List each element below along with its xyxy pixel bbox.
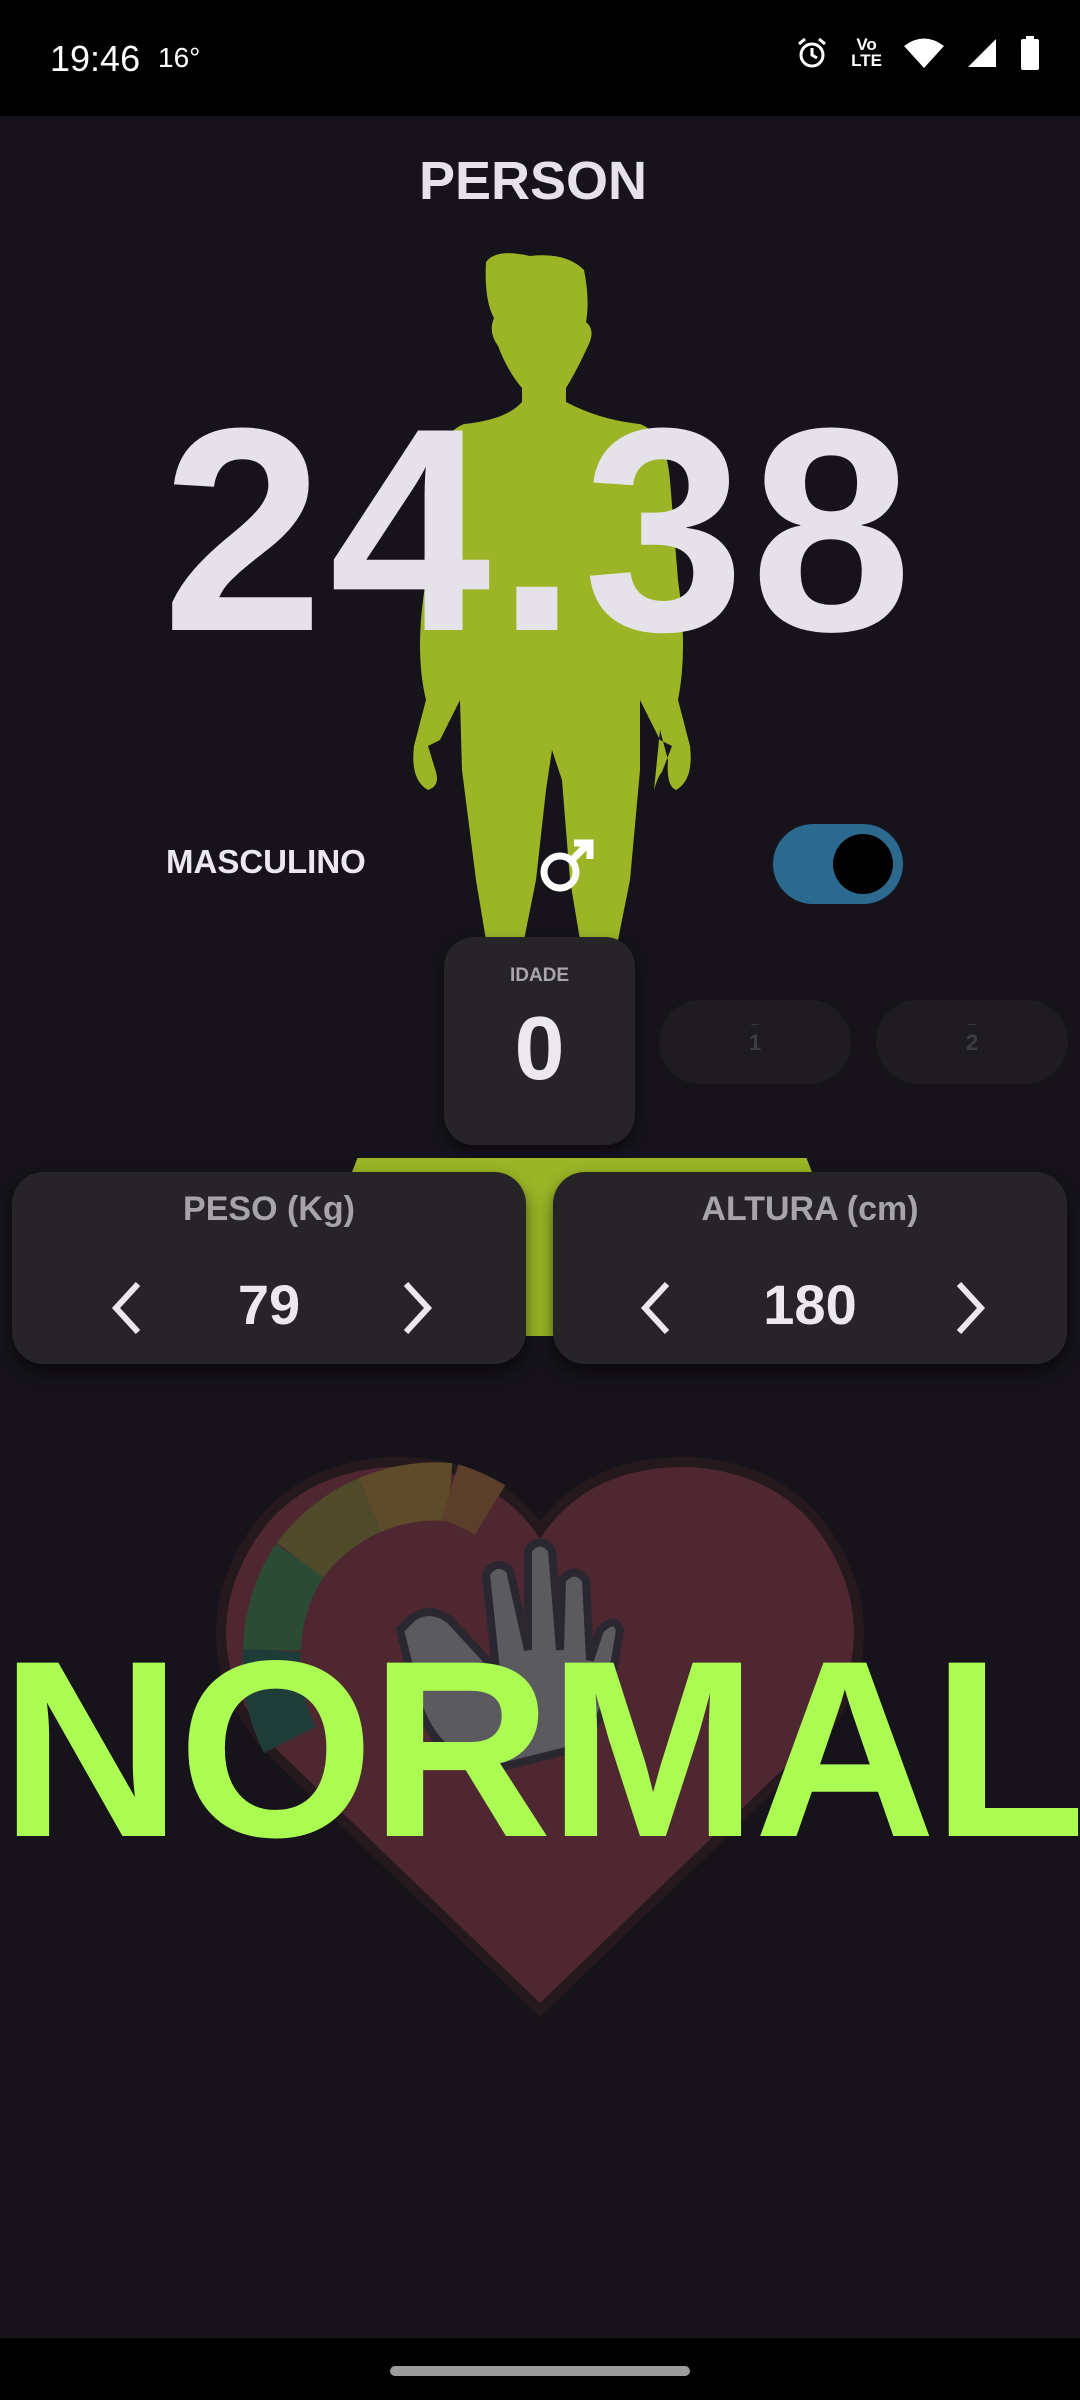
weight-increase-icon[interactable]: [390, 1278, 440, 1338]
weight-value: 79: [237, 1273, 301, 1336]
navigation-bar: [0, 2338, 1080, 2400]
gender-label: MASCULINO: [166, 843, 366, 880]
toggle-knob: [833, 834, 893, 894]
height-card: ALTURA (cm) 180: [553, 1172, 1067, 1364]
age-option-dash: –: [968, 1015, 976, 1031]
age-option-dash: –: [751, 1015, 759, 1031]
gender-toggle[interactable]: [773, 824, 903, 904]
age-value: 0: [514, 999, 565, 1099]
male-symbol-icon: [540, 839, 594, 892]
age-card[interactable]: IDADE 0: [444, 937, 635, 1145]
age-label: IDADE: [509, 965, 570, 986]
age-option-value: 2: [965, 1030, 979, 1055]
home-gesture-handle[interactable]: [390, 2366, 690, 2376]
bmi-value: 24.38: [162, 368, 918, 692]
figure-platform-stem: [526, 1200, 554, 1336]
height-label: ALTURA (cm): [701, 1190, 919, 1228]
age-option-value: 1: [748, 1030, 762, 1055]
weight-label: PESO (Kg): [183, 1190, 355, 1228]
bmi-result-label: NORMAL: [0, 1609, 1080, 1890]
weight-card: PESO (Kg) 79: [12, 1172, 526, 1364]
age-option-2[interactable]: – 2: [876, 1000, 1068, 1084]
age-option-1[interactable]: – 1: [659, 1000, 851, 1084]
height-increase-icon[interactable]: [943, 1278, 993, 1338]
